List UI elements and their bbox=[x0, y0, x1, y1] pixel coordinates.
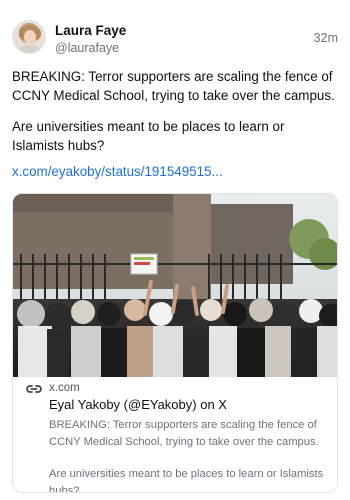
card-meta: x.com Eyal Yakoby (@EYakoby) on X BREAKI… bbox=[13, 377, 337, 493]
avatar[interactable] bbox=[12, 20, 46, 54]
post-link[interactable]: x.com/eyakoby/status/191549515... bbox=[12, 164, 223, 179]
card-domain: x.com bbox=[49, 382, 80, 394]
post: Laura Faye @laurafaye 32m BREAKING: Terr… bbox=[0, 0, 350, 500]
author-name[interactable]: Laura Faye bbox=[55, 23, 126, 38]
post-header: Laura Faye @laurafaye 32m bbox=[12, 20, 338, 58]
post-timestamp[interactable]: 32m bbox=[314, 31, 338, 45]
card-title[interactable]: Eyal Yakoby (@EYakoby) on X bbox=[49, 397, 227, 412]
post-text-paragraph-2: Are universities meant to be places to l… bbox=[12, 119, 285, 153]
link-icon bbox=[26, 385, 42, 393]
preview-image[interactable] bbox=[13, 194, 337, 377]
author-handle[interactable]: @laurafaye bbox=[55, 41, 119, 55]
post-text-paragraph-1: BREAKING: Terror supporters are scaling … bbox=[12, 69, 335, 103]
link-preview-card[interactable]: x.com Eyal Yakoby (@EYakoby) on X BREAKI… bbox=[12, 193, 338, 493]
card-description-1: BREAKING: Terror supporters are scaling … bbox=[49, 419, 319, 448]
card-description-2: Are universities meant to be places to l… bbox=[49, 468, 324, 493]
